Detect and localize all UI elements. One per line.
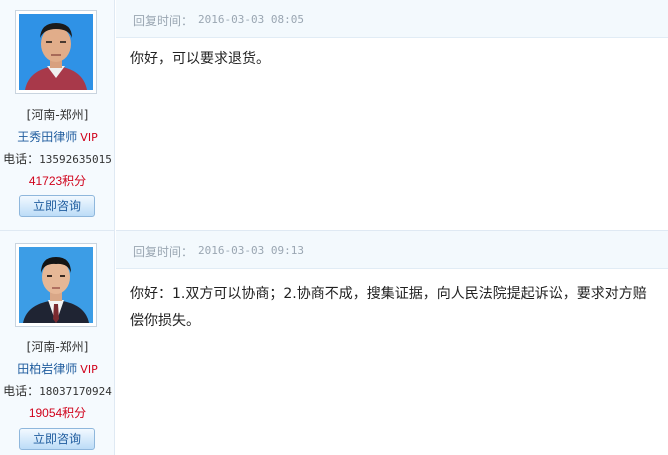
lawyer-name-link[interactable]: 王秀田律师 <box>17 130 77 144</box>
phone-label: 电话： <box>3 152 40 166</box>
reply-header: 回复时间： 2016-03-03 08:05 <box>116 0 668 38</box>
person-portrait-icon <box>19 14 93 90</box>
lawyer-points: 41723积分 <box>28 174 87 188</box>
lawyer-avatar[interactable] <box>15 10 97 94</box>
consult-now-button[interactable]: 立即咨询 <box>19 428 95 450</box>
reply-item: [河南-郑州] 王秀田律师 VIP 电话：13592635015 41723积分 … <box>0 0 668 230</box>
vip-badge: VIP <box>80 131 98 144</box>
reply-text: 你好，可以要求退货。 <box>130 51 270 67</box>
reply-time-label: 回复时间： <box>133 14 194 28</box>
phone-label: 电话： <box>3 384 40 398</box>
reply-time: 2016-03-03 08:05 <box>198 13 304 26</box>
phone-number: 13592635015 <box>39 153 112 166</box>
reply-item: [河南-郑州] 田柏岩律师 VIP 电话：18037170924 19054积分 … <box>0 230 668 455</box>
avatar-photo <box>19 14 93 90</box>
lawyer-avatar[interactable] <box>15 243 97 327</box>
reply-header: 回复时间： 2016-03-03 09:13 <box>116 231 668 269</box>
reply-time-label: 回复时间： <box>133 245 194 259</box>
lawyer-phone: 电话：13592635015 <box>0 150 115 167</box>
lawyer-card: [河南-郑州] 田柏岩律师 VIP 电话：18037170924 19054积分 … <box>0 230 115 455</box>
reply-time: 2016-03-03 09:13 <box>198 244 304 257</box>
lawyer-region: [河南-郑州] <box>26 340 89 354</box>
reply-content-panel: 回复时间： 2016-03-03 09:13 你好：1.双方可以协商；2.协商不… <box>116 230 668 455</box>
person-portrait-icon <box>19 247 93 323</box>
avatar-photo <box>19 247 93 323</box>
lawyer-card: [河南-郑州] 王秀田律师 VIP 电话：13592635015 41723积分 … <box>0 0 115 230</box>
lawyer-name-line: 王秀田律师 VIP <box>0 128 115 145</box>
consult-now-button[interactable]: 立即咨询 <box>19 195 95 217</box>
lawyer-phone: 电话：18037170924 <box>0 382 115 399</box>
vip-badge: VIP <box>80 363 98 376</box>
reply-content-panel: 回复时间： 2016-03-03 08:05 你好，可以要求退货。 <box>116 0 668 230</box>
lawyer-name-line: 田柏岩律师 VIP <box>0 360 115 377</box>
reply-text: 你好：1.双方可以协商；2.协商不成，搜集证据，向人民法院提起诉讼，要求对方赔偿… <box>130 286 647 329</box>
lawyer-name-link[interactable]: 田柏岩律师 <box>17 362 77 376</box>
lawyer-region: [河南-郑州] <box>26 108 89 122</box>
phone-number: 18037170924 <box>39 385 112 398</box>
lawyer-points: 19054积分 <box>28 406 87 420</box>
